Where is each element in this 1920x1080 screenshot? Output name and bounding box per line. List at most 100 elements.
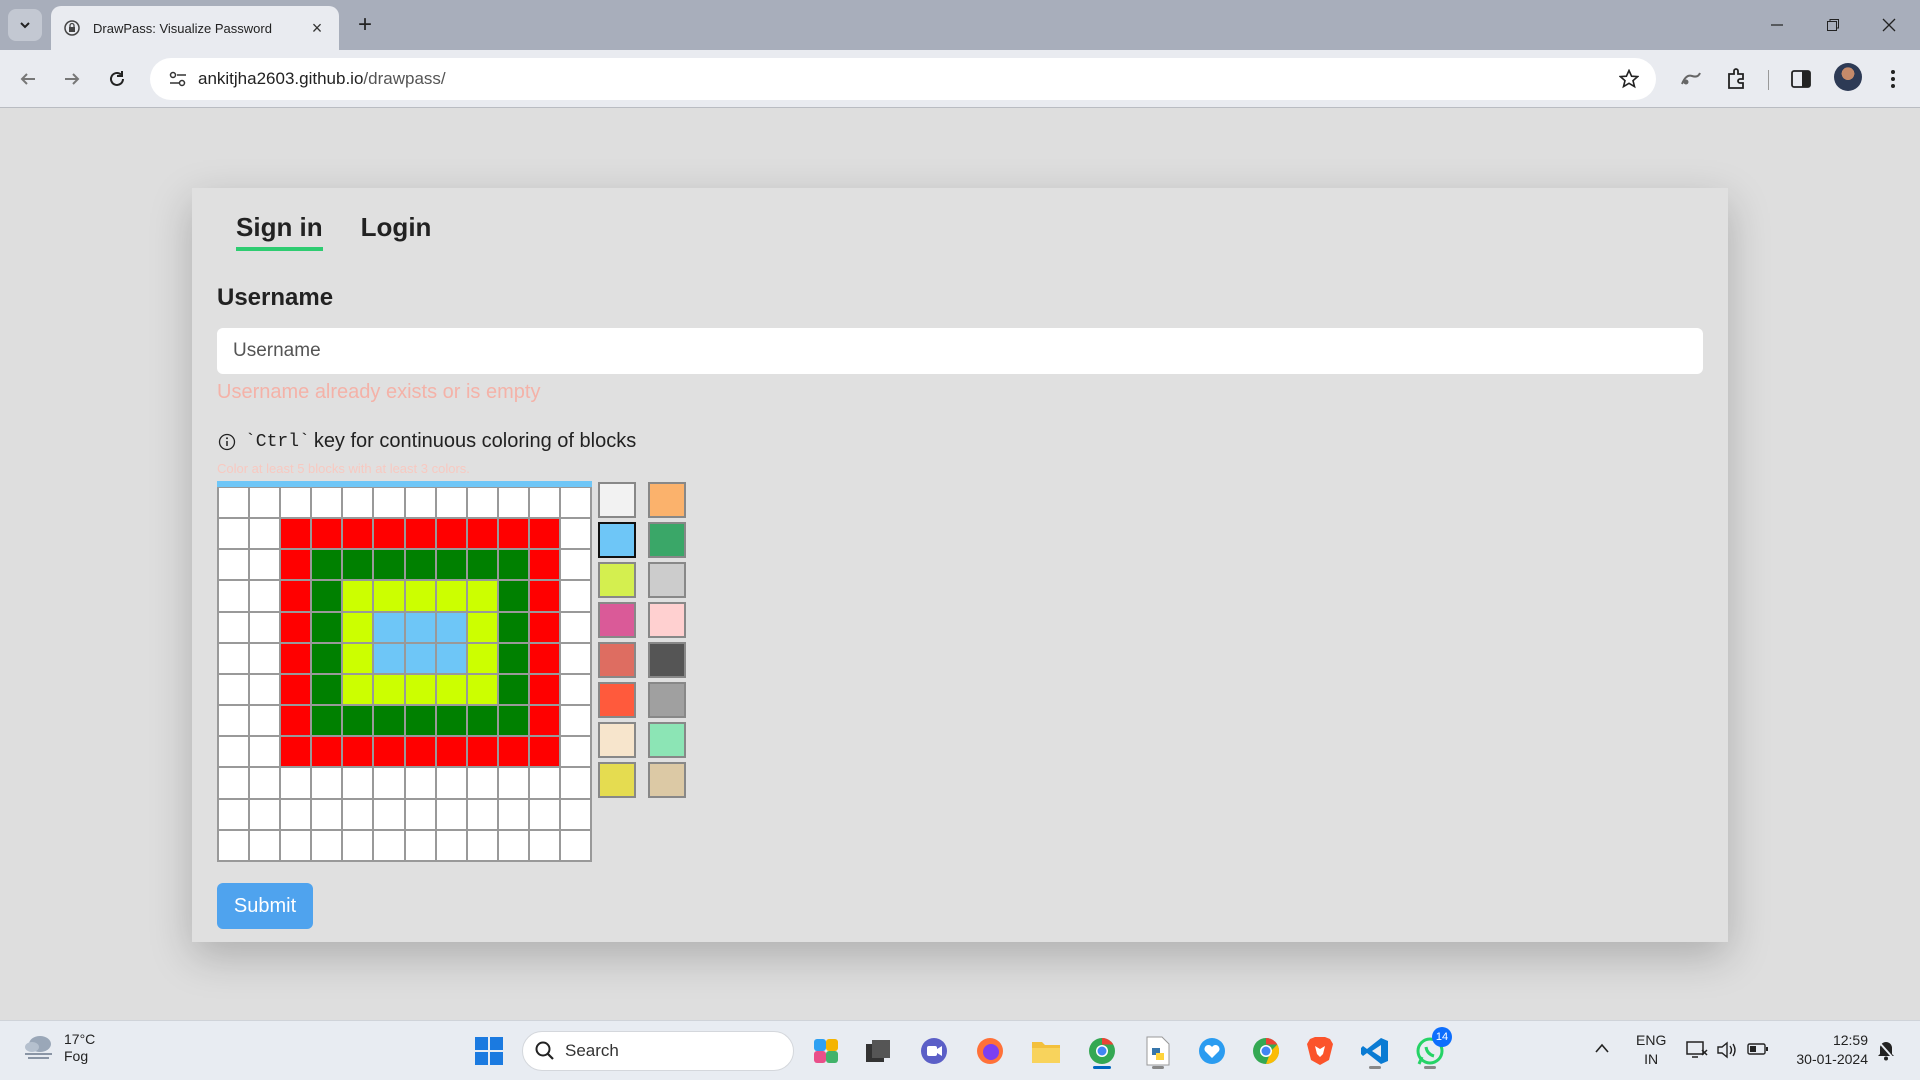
teams-chat-app[interactable] [914,1031,954,1071]
grid-cell[interactable] [373,518,405,550]
network-icon[interactable] [1686,1040,1708,1063]
volume-icon[interactable] [1716,1040,1738,1063]
grid-cell[interactable] [559,829,591,861]
grid-cell[interactable] [497,549,529,581]
grid-cell[interactable] [280,767,312,799]
grid-cell[interactable] [249,705,281,737]
start-button[interactable] [469,1031,509,1071]
grid-cell[interactable] [466,518,498,550]
grid-cell[interactable] [249,642,281,674]
grid-cell[interactable] [280,673,312,706]
color-swatch[interactable] [648,762,686,798]
grid-cell[interactable] [373,549,405,581]
grid-cell[interactable] [218,549,250,581]
grid-cell[interactable] [559,611,591,643]
grid-cell[interactable] [311,549,343,581]
grid-cell[interactable] [218,705,250,737]
color-swatch[interactable] [648,482,686,518]
grid-cell[interactable] [373,829,405,861]
color-swatch[interactable] [598,762,636,798]
grid-cell[interactable] [466,673,498,706]
blue-app[interactable] [1192,1031,1232,1071]
grid-cell[interactable] [342,549,374,581]
battery-icon[interactable] [1747,1042,1769,1059]
grid-cell[interactable] [342,611,374,643]
grid-cell[interactable] [342,705,374,737]
grid-cell[interactable] [218,611,250,643]
grid-cell[interactable] [342,829,374,861]
username-input[interactable] [217,328,1703,374]
grid-cell[interactable] [497,767,529,799]
grid-cell[interactable] [404,829,436,861]
grid-cell[interactable] [249,487,281,519]
grid-cell[interactable] [311,767,343,799]
weather-widget[interactable]: 17°C Fog [22,1031,95,1065]
grid-cell[interactable] [528,611,560,643]
grid-cell[interactable] [342,518,374,550]
grid-cell[interactable] [435,673,467,706]
grid-cell[interactable] [559,580,591,612]
grid-cell[interactable] [311,518,343,550]
grid-cell[interactable] [435,611,467,643]
vscode-app[interactable] [1355,1031,1395,1071]
grid-cell[interactable] [435,642,467,674]
drawing-grid[interactable] [217,487,592,862]
reload-button[interactable] [101,63,133,95]
tab-sign-in[interactable]: Sign in [236,212,323,251]
grid-cell[interactable] [373,705,405,737]
grid-cell[interactable] [311,829,343,861]
grid-cell[interactable] [466,829,498,861]
grid-cell[interactable] [497,580,529,612]
grid-cell[interactable] [528,736,560,768]
grid-cell[interactable] [559,736,591,768]
back-button[interactable] [12,63,44,95]
grid-cell[interactable] [497,611,529,643]
color-swatch[interactable] [648,602,686,638]
grid-cell[interactable] [373,642,405,674]
grid-cell[interactable] [404,798,436,830]
show-hidden-icons-button[interactable] [1594,1041,1610,1057]
grid-cell[interactable] [218,767,250,799]
grid-cell[interactable] [559,705,591,737]
color-swatch[interactable] [648,722,686,758]
browser-tab[interactable]: DrawPass: Visualize Password × [51,6,339,50]
grid-cell[interactable] [249,518,281,550]
file-explorer-app[interactable] [1026,1031,1066,1071]
grid-cell[interactable] [559,549,591,581]
grid-cell[interactable] [280,705,312,737]
grid-cell[interactable] [311,673,343,706]
grid-cell[interactable] [497,829,529,861]
task-view-app[interactable] [858,1031,898,1071]
color-swatch[interactable] [598,482,636,518]
grid-cell[interactable] [373,767,405,799]
grid-cell[interactable] [435,580,467,612]
tab-login[interactable]: Login [361,212,432,251]
grid-cell[interactable] [249,580,281,612]
grid-cell[interactable] [311,736,343,768]
grid-cell[interactable] [559,767,591,799]
system-clock[interactable]: 12:59 30-01-2024 [1782,1031,1868,1069]
grid-cell[interactable] [280,798,312,830]
side-panel-icon[interactable] [1786,64,1816,94]
grid-cell[interactable] [528,673,560,706]
grid-cell[interactable] [404,611,436,643]
firefox-app[interactable] [970,1031,1010,1071]
grid-cell[interactable] [528,705,560,737]
grid-cell[interactable] [404,518,436,550]
grid-cell[interactable] [249,549,281,581]
color-swatch[interactable] [598,722,636,758]
grid-cell[interactable] [435,549,467,581]
grid-cell[interactable] [373,580,405,612]
grid-cell[interactable] [528,829,560,861]
grid-cell[interactable] [249,673,281,706]
color-swatch[interactable] [598,602,636,638]
grid-cell[interactable] [311,611,343,643]
grid-cell[interactable] [528,580,560,612]
grid-cell[interactable] [404,642,436,674]
menu-kebab-icon[interactable] [1878,64,1908,94]
grid-cell[interactable] [373,798,405,830]
grid-cell[interactable] [373,611,405,643]
python-file-app[interactable] [1138,1031,1178,1071]
grid-cell[interactable] [280,518,312,550]
grid-cell[interactable] [559,673,591,706]
